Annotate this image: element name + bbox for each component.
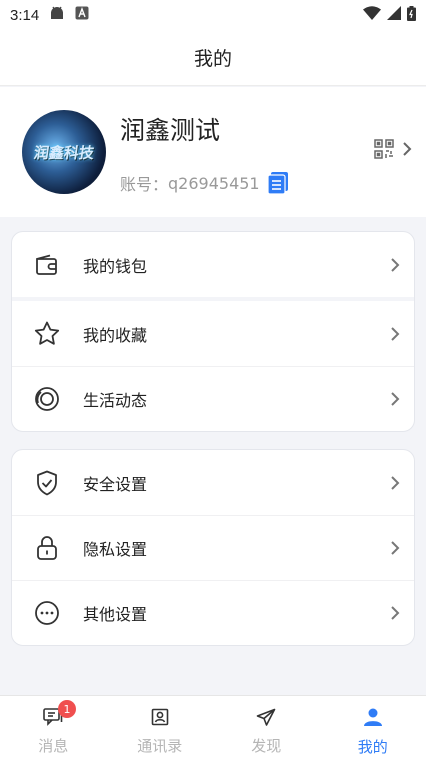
lock-icon — [34, 535, 60, 561]
menu-item-moments[interactable]: 生活动态 — [12, 366, 414, 431]
menu-item-security-settings[interactable]: 安全设置 — [12, 450, 414, 515]
chevron-right-icon — [390, 540, 400, 556]
tab-contacts[interactable]: 通讯录 — [107, 696, 214, 759]
copy-icon[interactable] — [267, 172, 288, 195]
menu-item-wallet[interactable]: 我的钱包 — [12, 232, 414, 297]
more-icon — [34, 600, 60, 626]
android-icon — [49, 6, 65, 24]
menu-item-privacy-settings[interactable]: 隐私设置 — [12, 515, 414, 580]
status-right — [363, 5, 416, 25]
star-icon — [34, 321, 60, 347]
menu-item-label: 我的钱包 — [83, 256, 148, 276]
menu-item-other-settings[interactable]: 其他设置 — [12, 580, 414, 645]
account-id: q26945451 — [168, 173, 260, 193]
chevron-right-icon — [390, 605, 400, 621]
tab-label: 发现 — [251, 737, 282, 755]
shield-icon — [34, 470, 60, 496]
menu-card-settings: 安全设置 隐私设置 其他设置 — [11, 449, 415, 646]
tab-label: 通讯录 — [137, 737, 183, 755]
profile-card[interactable]: 润鑫科技 润鑫测试 账号： q26945451 — [0, 87, 426, 217]
moments-icon — [34, 386, 60, 412]
signal-icon — [387, 6, 401, 24]
wifi-icon — [363, 6, 381, 24]
qr-code-icon — [374, 139, 394, 163]
profile-name: 润鑫测试 — [120, 116, 221, 145]
profile-icon — [363, 708, 383, 731]
menu-item-label: 安全设置 — [83, 474, 148, 494]
wallet-icon — [34, 252, 60, 278]
tab-label: 消息 — [38, 737, 69, 755]
chevron-right-icon — [390, 475, 400, 491]
tab-me[interactable]: 我的 — [320, 696, 426, 759]
tab-label: 我的 — [357, 738, 388, 756]
bottom-tab-bar: 1 消息 通讯录 发现 我的 — [0, 695, 426, 759]
qr-code-button[interactable] — [374, 139, 412, 163]
menu-item-label: 我的收藏 — [83, 325, 148, 345]
status-bar: 3:14 — [0, 0, 426, 30]
chevron-right-icon — [390, 391, 400, 407]
avatar[interactable]: 润鑫科技 — [22, 110, 106, 194]
avatar-logo-text: 润鑫科技 — [32, 143, 96, 162]
page-header: 我的 — [0, 30, 426, 86]
chevron-right-icon — [390, 257, 400, 273]
discover-icon — [256, 708, 276, 730]
tab-discover[interactable]: 发现 — [213, 696, 320, 759]
chevron-right-icon — [390, 326, 400, 342]
menu-item-label: 其他设置 — [83, 605, 148, 624]
status-time: 3:14 — [10, 6, 40, 24]
chevron-right-icon — [402, 141, 412, 161]
account-line: 账号： q26945451 — [120, 171, 288, 195]
unread-badge: 1 — [58, 700, 76, 718]
menu-card-primary: 我的钱包 我的收藏 生活动态 — [11, 231, 415, 432]
contacts-icon — [151, 708, 169, 730]
tab-messages[interactable]: 1 消息 — [0, 696, 107, 759]
menu-item-favorites[interactable]: 我的收藏 — [12, 301, 414, 366]
battery-icon — [407, 5, 416, 25]
notification-a-icon — [75, 6, 89, 24]
page-title: 我的 — [193, 48, 232, 70]
account-label: 账号： — [120, 175, 169, 194]
menu-item-label: 生活动态 — [83, 391, 148, 410]
menu-item-label: 隐私设置 — [83, 540, 148, 559]
